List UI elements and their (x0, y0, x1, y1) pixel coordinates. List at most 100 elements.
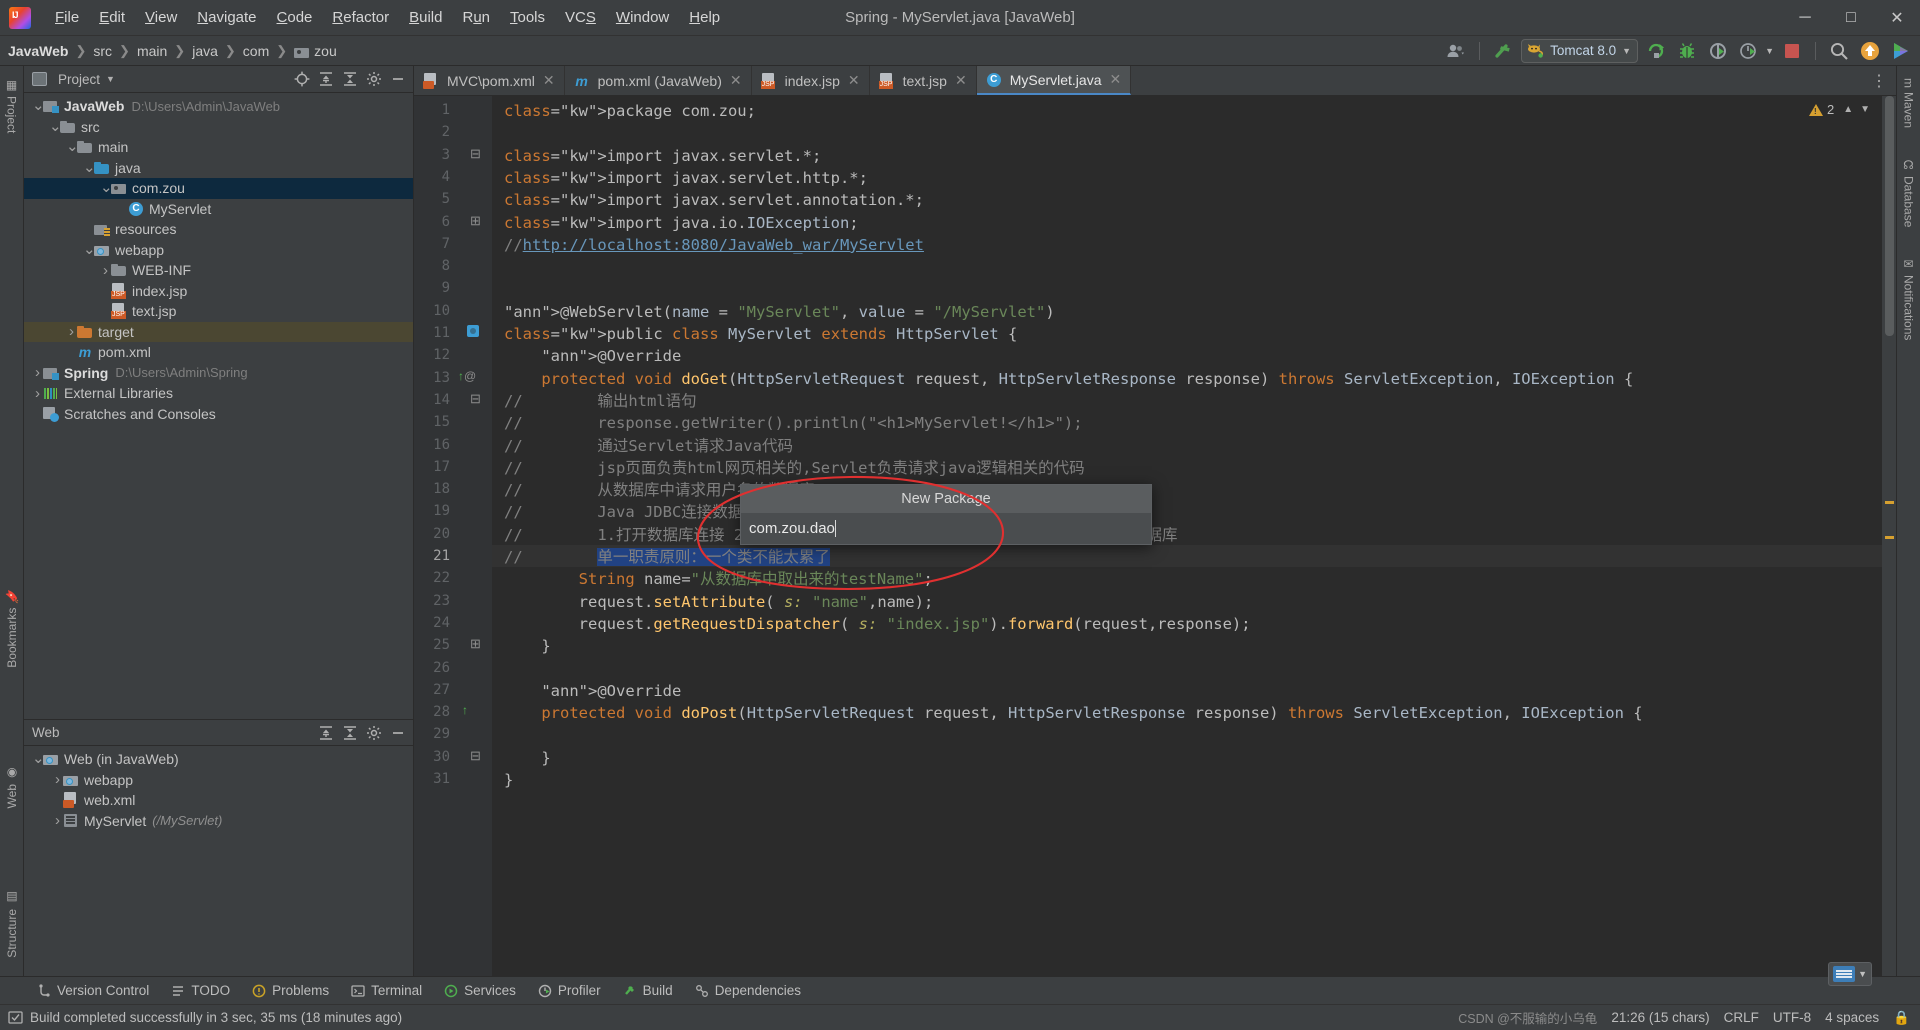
code-line[interactable]: } (504, 633, 550, 660)
bottom-tool-problems[interactable]: Problems (243, 980, 338, 1001)
override-method-gutter-icon[interactable]: ↑@ (458, 369, 476, 383)
menu-window[interactable]: Window (606, 5, 679, 30)
tree-row[interactable]: ⌄ Web (in JavaWeb) (24, 749, 413, 770)
tree-row[interactable]: ⌄ com.zou (24, 178, 413, 199)
menu-code[interactable]: Code (267, 5, 323, 30)
menu-view[interactable]: View (135, 5, 187, 30)
chevron-down-icon[interactable]: ▼ (1858, 969, 1867, 979)
menu-run[interactable]: Run (452, 5, 500, 30)
update-project-icon[interactable] (1857, 39, 1883, 63)
fold-region-icon[interactable]: ⊟ (470, 748, 481, 764)
tree-row[interactable]: index.jsp (24, 281, 413, 302)
editor-tab[interactable]: text.jsp ✕ (870, 66, 977, 95)
tree-row[interactable]: resources (24, 219, 413, 240)
tree-row[interactable]: › MyServlet (/MyServlet) (24, 811, 413, 832)
editor-tab[interactable]: m pom.xml (JavaWeb) ✕ (565, 66, 752, 95)
minimize-icon[interactable]: ─ (1782, 0, 1828, 36)
main-menu[interactable]: FFileile Edit View Navigate Code Refacto… (45, 5, 730, 30)
file-encoding[interactable]: UTF-8 (1773, 1010, 1811, 1025)
chevron-right-icon[interactable]: › (32, 385, 43, 402)
chevron-right-icon[interactable]: › (100, 262, 111, 279)
tree-row[interactable]: › webapp (24, 770, 413, 791)
tree-row[interactable]: web.xml (24, 790, 413, 811)
breadcrumb-main[interactable]: main (137, 43, 167, 59)
menu-build[interactable]: Build (399, 5, 452, 30)
bottom-tool-window-bar[interactable]: Version Control TODO Problems Terminal Servi… (0, 976, 1920, 1004)
fold-region-icon[interactable]: ⊞ (470, 213, 481, 229)
tool-window-notifications[interactable]: ✉ Notifications (1899, 249, 1919, 348)
menu-refactor[interactable]: Refactor (322, 5, 399, 30)
bottom-tool-terminal[interactable]: Terminal (342, 980, 431, 1001)
package-name-field[interactable]: com.zou.dao (741, 513, 1151, 544)
settings-gear-icon[interactable] (363, 722, 385, 744)
tree-row[interactable]: › External Libraries (24, 383, 413, 404)
chevron-down-icon[interactable]: ▼ (1860, 104, 1870, 115)
close-tab-icon[interactable]: ✕ (730, 72, 742, 89)
chevron-right-icon[interactable]: › (52, 812, 63, 829)
bottom-tool-profiler[interactable]: Profiler (529, 980, 610, 1001)
tree-row[interactable]: › target (24, 321, 413, 342)
close-icon[interactable]: ✕ (1874, 0, 1920, 36)
editor-gutter[interactable]: 1 2 3 4 5 6 7 8 9 10 11 12 13 14 15 16 17 18 19 20 21 22 23 24 2… (414, 96, 492, 976)
chevron-down-icon[interactable]: ⌄ (83, 242, 96, 257)
project-panel-title-group[interactable]: Project ▼ (32, 72, 115, 87)
bottom-tool-services[interactable]: Services (435, 980, 525, 1001)
fold-region-icon[interactable]: ⊟ (470, 391, 481, 407)
line-separator[interactable]: CRLF (1724, 1010, 1759, 1025)
override-method-gutter-icon[interactable]: ↑ (462, 703, 468, 717)
project-tree[interactable]: ⌄ JavaWeb D:\Users\Admin\JavaWeb ⌄ src ⌄ main ⌄… (24, 93, 413, 719)
editor-tab[interactable]: MyServlet.java ✕ (976, 66, 1132, 95)
code-editor[interactable]: 1 2 3 4 5 6 7 8 9 10 11 12 13 14 15 16 17 18 19 20 21 22 23 24 2… (414, 96, 1896, 976)
editor-tab[interactable]: index.jsp ✕ (752, 66, 870, 95)
tree-row[interactable]: Scratches and Consoles (24, 404, 413, 425)
run-coverage-icon[interactable] (1705, 39, 1731, 63)
tree-row[interactable]: m pom.xml (24, 342, 413, 363)
chevron-down-icon[interactable]: ▼ (106, 74, 115, 84)
chevron-down-icon[interactable]: ⌄ (32, 98, 45, 113)
tool-window-maven[interactable]: m Maven (1899, 70, 1919, 136)
locate-icon[interactable] (291, 68, 313, 90)
editor-tab[interactable]: MVC\pom.xml ✕ (414, 66, 565, 95)
tree-row[interactable]: MyServlet (24, 199, 413, 220)
lock-icon[interactable]: 🔒 (1893, 1010, 1910, 1026)
chevron-right-icon[interactable]: › (32, 364, 43, 381)
tree-row[interactable]: ⌄ java (24, 158, 413, 179)
code-content[interactable]: class="kw">package com.zou; class="kw">im… (492, 96, 1882, 976)
profiler-icon[interactable] (1736, 39, 1762, 63)
run-anything-icon[interactable] (1888, 39, 1914, 63)
tree-row[interactable]: text.jsp (24, 301, 413, 322)
bottom-tool-todo[interactable]: TODO (162, 980, 239, 1001)
run-icon[interactable] (1643, 39, 1669, 63)
breadcrumb-src[interactable]: src (93, 43, 112, 59)
chevron-down-icon[interactable]: ▼ (1765, 46, 1774, 56)
tool-window-bookmarks[interactable]: Bookmarks 🔖 (2, 581, 22, 676)
tool-window-web[interactable]: Web ◉ (2, 758, 22, 816)
menu-help[interactable]: Help (679, 5, 730, 30)
tree-row[interactable]: ⌄ JavaWeb D:\Users\Admin\JavaWeb (24, 96, 413, 117)
tool-window-structure[interactable]: Structure ▤ (2, 883, 22, 966)
editor-tab-bar[interactable]: MVC\pom.xml✕mpom.xml (JavaWeb)✕index.jsp… (414, 66, 1896, 96)
expand-all-icon[interactable] (315, 68, 337, 90)
hide-panel-icon[interactable] (387, 722, 409, 744)
close-tab-icon[interactable]: ✕ (955, 72, 967, 89)
debug-bug-icon[interactable] (1674, 39, 1700, 63)
tree-row[interactable]: › Spring D:\Users\Admin\Spring (24, 363, 413, 384)
tool-window-project[interactable]: ▦ Project (2, 70, 22, 141)
menu-file[interactable]: FFileile (45, 5, 89, 30)
breadcrumb-java[interactable]: java (192, 43, 218, 59)
close-tab-icon[interactable]: ✕ (1110, 71, 1122, 88)
tree-row[interactable]: ⌄ webapp (24, 240, 413, 261)
user-account-icon[interactable] (1443, 39, 1469, 63)
bottom-tool-version-control[interactable]: Version Control (28, 980, 158, 1001)
web-facet-gutter-icon[interactable] (466, 324, 480, 341)
bottom-tool-build[interactable]: Build (614, 980, 682, 1001)
chevron-right-icon[interactable]: › (66, 323, 77, 340)
menu-tools[interactable]: Tools (500, 5, 555, 30)
caret-position[interactable]: 21:26 (15 chars) (1611, 1010, 1709, 1025)
collapse-all-icon[interactable] (339, 722, 361, 744)
close-tab-icon[interactable]: ✕ (848, 72, 860, 89)
inspection-status[interactable]: 2 ▲ ▼ (1808, 102, 1870, 117)
breadcrumb-zou[interactable]: zou (294, 43, 337, 59)
chevron-down-icon[interactable]: ⌄ (66, 139, 79, 154)
chevron-down-icon[interactable]: ⌄ (83, 160, 96, 175)
